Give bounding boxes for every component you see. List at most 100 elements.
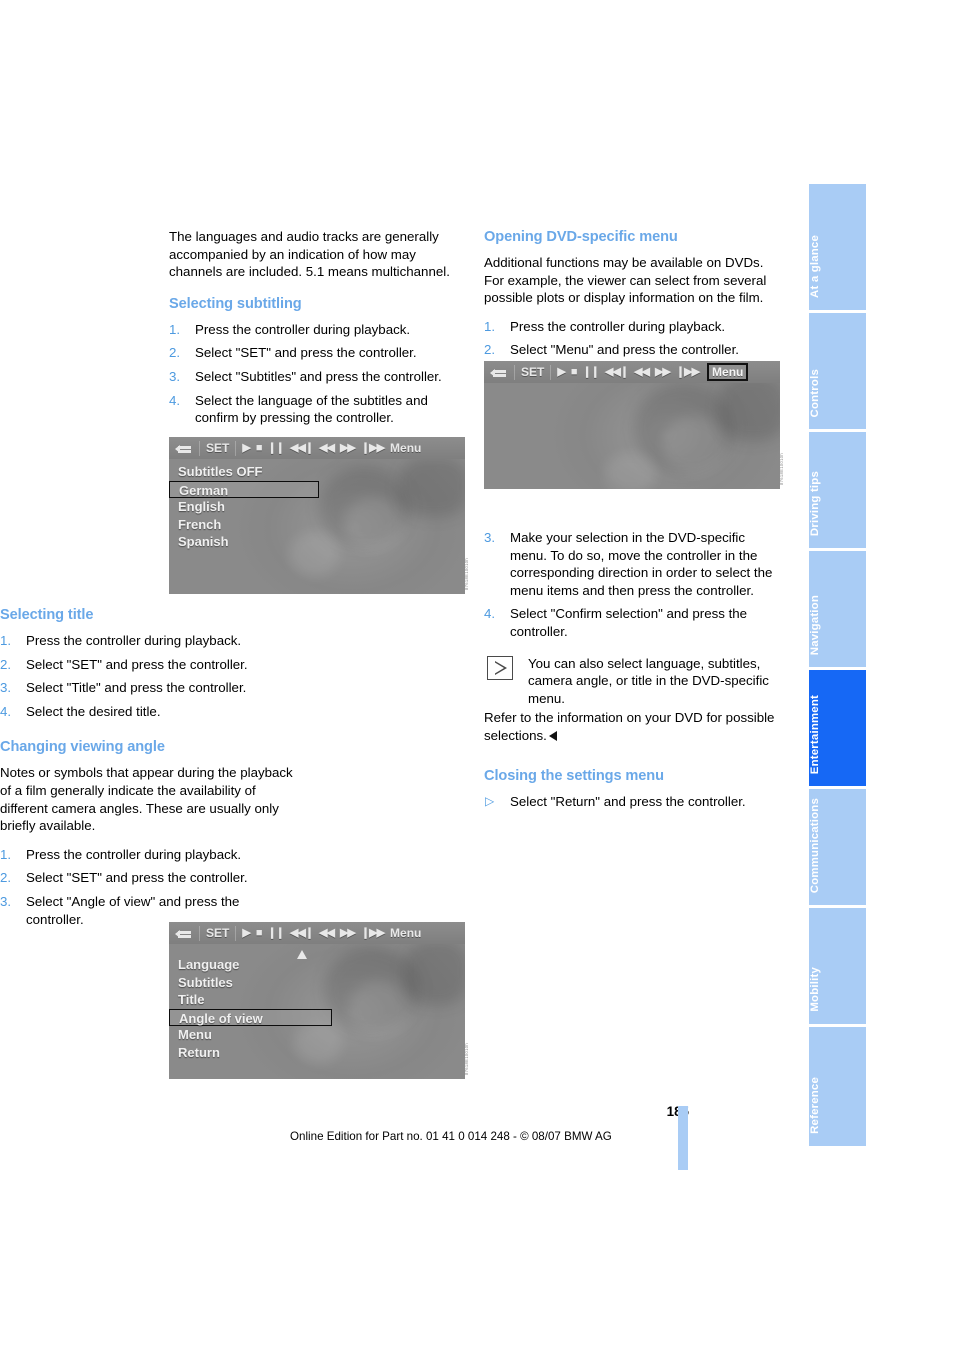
heading-opening-dvd-specific-menu: Opening DVD-specific menu (484, 229, 678, 245)
next-track-icon[interactable]: ❙▶▶ (361, 927, 385, 939)
pause-icon[interactable]: ❙❙ (582, 366, 599, 378)
tab-label: At a glance (809, 235, 821, 298)
back-arrow-icon[interactable] (175, 442, 192, 454)
right-text-column: Opening DVD-specific menu Additional fun… (484, 228, 780, 373)
menu-item[interactable]: Spanish (169, 533, 329, 551)
previous-track-icon[interactable]: ◀◀❙ (290, 442, 314, 454)
tab-reference[interactable]: Reference (809, 1027, 866, 1146)
triangle-bullet-icon: ▷ (485, 793, 495, 808)
pause-icon[interactable]: ❙❙ (267, 927, 284, 939)
previous-track-icon[interactable]: ◀◀❙ (290, 927, 314, 939)
note-triangle-icon (487, 655, 513, 680)
tab-navigation[interactable]: Navigation (809, 551, 866, 670)
menu-item[interactable]: Title (169, 991, 344, 1009)
step-text: Press the controller during playback. (26, 846, 242, 862)
menu-item[interactable]: French (169, 516, 329, 534)
dvd-control-bar: SET ▶ ■ ❙❙ ◀◀❙ ◀◀ ▶▶ ❙▶▶ Menu (169, 437, 465, 459)
menu-item-selected[interactable]: German (169, 480, 319, 498)
fast-forward-icon[interactable]: ▶▶ (655, 366, 671, 378)
note-continuation: Refer to the information on your DVD for… (484, 709, 780, 744)
rewind-icon[interactable]: ◀◀ (319, 442, 335, 454)
step-item: 1. Press the controller during playback. (169, 321, 465, 339)
stop-icon[interactable]: ■ (256, 442, 263, 454)
dvd-control-bar: SET ▶ ■ ❙❙ ◀◀❙ ◀◀ ▶▶ ❙▶▶ Menu (484, 361, 780, 383)
figure-subtitles-menu: SET ▶ ■ ❙❙ ◀◀❙ ◀◀ ▶▶ ❙▶▶ Menu Subtitles … (169, 437, 469, 594)
dvd-control-bar: SET ▶ ■ ❙❙ ◀◀❙ ◀◀ ▶▶ ❙▶▶ Menu (169, 922, 465, 944)
step-text: Select "SET" and press the controller. (26, 870, 248, 886)
play-icon[interactable]: ▶ (242, 927, 251, 939)
steps-dvd-menu-selection: 3. Make your selection in the DVD-specifi… (484, 529, 780, 641)
menu-button[interactable]: Menu (390, 442, 421, 454)
tab-label: Driving tips (809, 470, 821, 536)
step-item: 1. Press the controller during playback. (0, 846, 296, 864)
tab-mobility[interactable]: Mobility (809, 908, 866, 1027)
tab-driving-tips[interactable]: Driving tips (809, 432, 866, 551)
right-text-column-continued: 3. Make your selection in the DVD-specifi… (484, 529, 780, 822)
stop-icon[interactable]: ■ (571, 366, 578, 378)
step-item: 3. Select "Title" and press the controlle… (0, 679, 296, 697)
left-text-column: The languages and audio tracks are gener… (169, 228, 465, 441)
menu-item[interactable]: Return (169, 1044, 344, 1062)
heading-selecting-subtitling: Selecting subtitling (169, 295, 302, 312)
play-icon[interactable]: ▶ (557, 366, 566, 378)
menu-item[interactable]: Language (169, 956, 344, 974)
pause-icon[interactable]: ❙❙ (267, 442, 284, 454)
closing-menu-bullet-list: ▷ Select "Return" and press the controll… (484, 793, 780, 811)
rewind-icon[interactable]: ◀◀ (634, 366, 650, 378)
step-text: Select the desired title. (26, 703, 161, 719)
menu-item[interactable]: Subtitles OFF (169, 463, 329, 481)
step-number: 2. (0, 656, 12, 672)
step-number: 2. (0, 870, 12, 886)
step-item: 4. Select the language of the subtitles a… (169, 392, 465, 427)
menu-item[interactable]: Subtitles (169, 974, 344, 992)
step-text: Select "SET" and press the controller. (195, 345, 417, 361)
footer-edition-note: Online Edition for Part no. 01 41 0 014 … (290, 1130, 612, 1143)
rewind-icon[interactable]: ◀◀ (319, 927, 335, 939)
steps-changing-viewing-angle: 1. Press the controller during playback. … (0, 846, 296, 928)
menu-item-selected[interactable]: Angle of view (169, 1008, 332, 1026)
figure-code: 87618E10010h (464, 1042, 469, 1075)
step-number: 3. (0, 680, 12, 696)
dvd-screen-menu-highlight: SET ▶ ■ ❙❙ ◀◀❙ ◀◀ ▶▶ ❙▶▶ Menu (484, 361, 780, 489)
tab-communications[interactable]: Communications (809, 789, 866, 908)
step-item: 2. Select "Menu" and press the controller… (484, 341, 780, 359)
set-button[interactable]: SET (521, 366, 544, 378)
viewing-angle-paragraph: Notes or symbols that appear during the … (0, 765, 293, 834)
subtitle-language-list: Subtitles OFF German English French Span… (169, 463, 329, 551)
dvd-screen-subtitles: SET ▶ ■ ❙❙ ◀◀❙ ◀◀ ▶▶ ❙▶▶ Menu Subtitles … (169, 437, 465, 594)
step-number: 3. (484, 530, 496, 545)
next-track-icon[interactable]: ❙▶▶ (361, 442, 385, 454)
step-text: Press the controller during playback. (510, 318, 726, 334)
tab-entertainment[interactable]: Entertainment (809, 670, 866, 789)
step-item: 2. Select "SET" and press the controller. (0, 869, 296, 887)
tab-at-a-glance[interactable]: At a glance (809, 184, 866, 313)
step-number: 1. (0, 846, 12, 862)
step-text: Select "SET" and press the controller. (26, 656, 248, 672)
fast-forward-icon[interactable]: ▶▶ (340, 442, 356, 454)
play-icon[interactable]: ▶ (242, 442, 251, 454)
step-text: Select "Menu" and press the controller. (510, 342, 739, 358)
menu-button[interactable]: Menu (390, 927, 421, 939)
menu-item[interactable]: Menu (169, 1026, 344, 1044)
steps-selecting-title: 1. Press the controller during playback. … (0, 632, 296, 720)
heading-changing-viewing-angle: Changing viewing angle (0, 739, 165, 756)
set-button[interactable]: SET (206, 927, 229, 939)
next-track-icon[interactable]: ❙▶▶ (676, 366, 700, 378)
previous-track-icon[interactable]: ◀◀❙ (605, 366, 629, 378)
back-arrow-icon[interactable] (490, 366, 507, 378)
end-of-note-marker (548, 730, 557, 741)
step-number: 2. (484, 342, 496, 358)
menu-button-selected[interactable]: Menu (707, 363, 749, 381)
tab-label: Entertainment (809, 694, 821, 774)
step-text: Press the controller during playback. (26, 633, 242, 648)
heading-selecting-title: Selecting title (0, 607, 94, 623)
fast-forward-icon[interactable]: ▶▶ (340, 927, 356, 939)
tab-controls[interactable]: Controls (809, 313, 866, 432)
set-button[interactable]: SET (206, 442, 229, 454)
left-text-column-continued: Selecting title 1. Press the controller d… (0, 606, 296, 942)
step-item: 3. Make your selection in the DVD-specifi… (484, 529, 780, 599)
back-arrow-icon[interactable] (175, 927, 192, 939)
stop-icon[interactable]: ■ (256, 927, 263, 939)
menu-item[interactable]: English (169, 498, 329, 516)
step-number: 3. (169, 368, 181, 384)
